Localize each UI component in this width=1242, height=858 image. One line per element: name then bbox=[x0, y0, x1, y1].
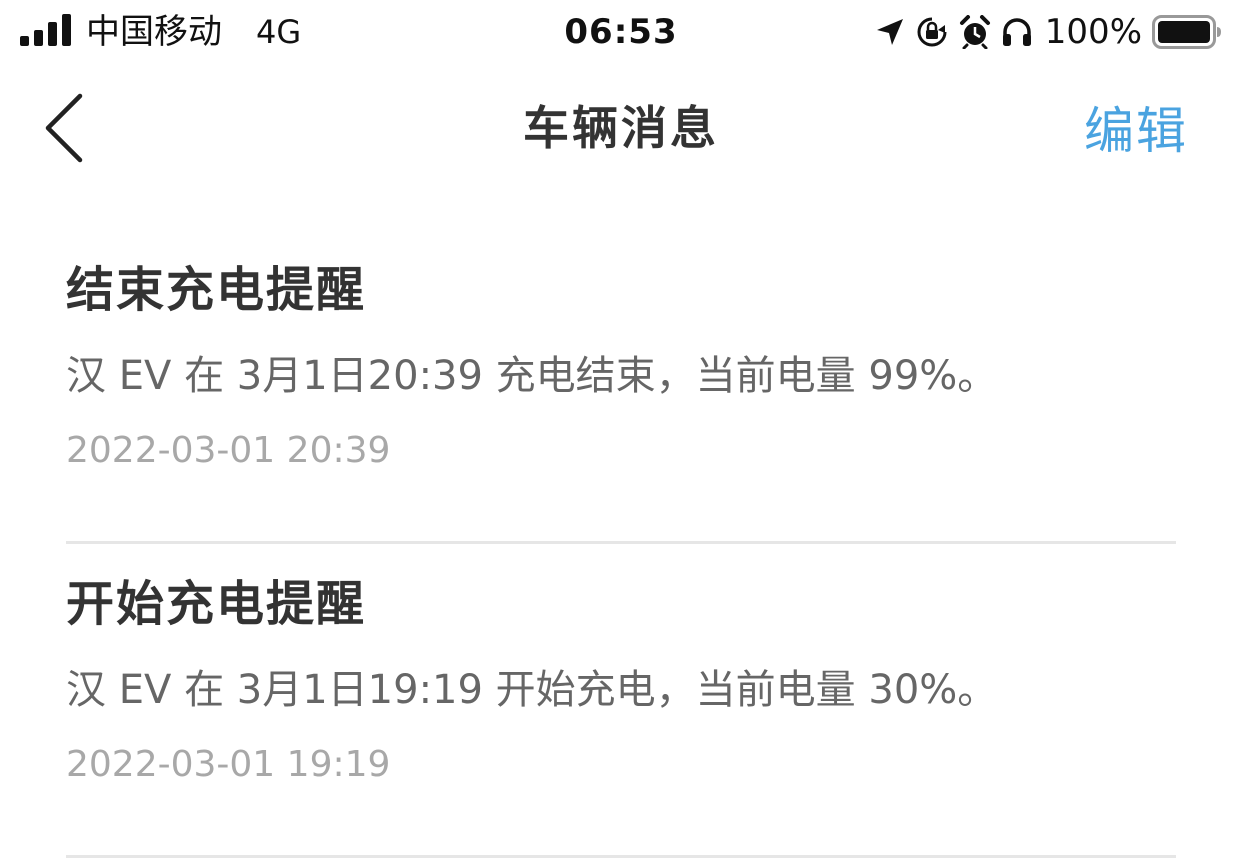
message-list: 结束充电提醒 汉 EV 在 3月1日20:39 充电结束，当前电量 99%。 2… bbox=[66, 230, 1176, 858]
list-item[interactable]: 开始充电提醒 汉 EV 在 3月1日19:19 开始充电，当前电量 30%。 2… bbox=[66, 544, 1176, 858]
message-time: 2022-03-01 20:39 bbox=[66, 430, 391, 471]
alarm-icon bbox=[959, 15, 990, 49]
status-indicators: 100% bbox=[875, 10, 1222, 54]
message-time: 2022-03-01 19:19 bbox=[66, 744, 391, 785]
edit-button[interactable]: 编辑 bbox=[1084, 96, 1188, 166]
headphones-icon bbox=[1002, 18, 1031, 46]
battery-icon bbox=[1152, 15, 1221, 49]
status-bar: 中国移动 4G 06:53 100% bbox=[0, 0, 1242, 66]
page-title: 车辆消息 bbox=[523, 101, 719, 155]
location-arrow-icon bbox=[876, 19, 903, 45]
message-body: 汉 EV 在 3月1日20:39 充电结束，当前电量 99%。 bbox=[66, 353, 998, 399]
message-title: 开始充电提醒 bbox=[66, 576, 367, 632]
message-title: 结束充电提醒 bbox=[66, 262, 367, 318]
battery-percent: 100% bbox=[1044, 12, 1142, 52]
message-body: 汉 EV 在 3月1日19:19 开始充电，当前电量 30%。 bbox=[66, 667, 998, 713]
nav-bar: 车辆消息 编辑 bbox=[0, 66, 1242, 196]
rotation-lock-icon bbox=[917, 17, 947, 47]
list-item[interactable]: 结束充电提醒 汉 EV 在 3月1日20:39 充电结束，当前电量 99%。 2… bbox=[66, 230, 1176, 544]
